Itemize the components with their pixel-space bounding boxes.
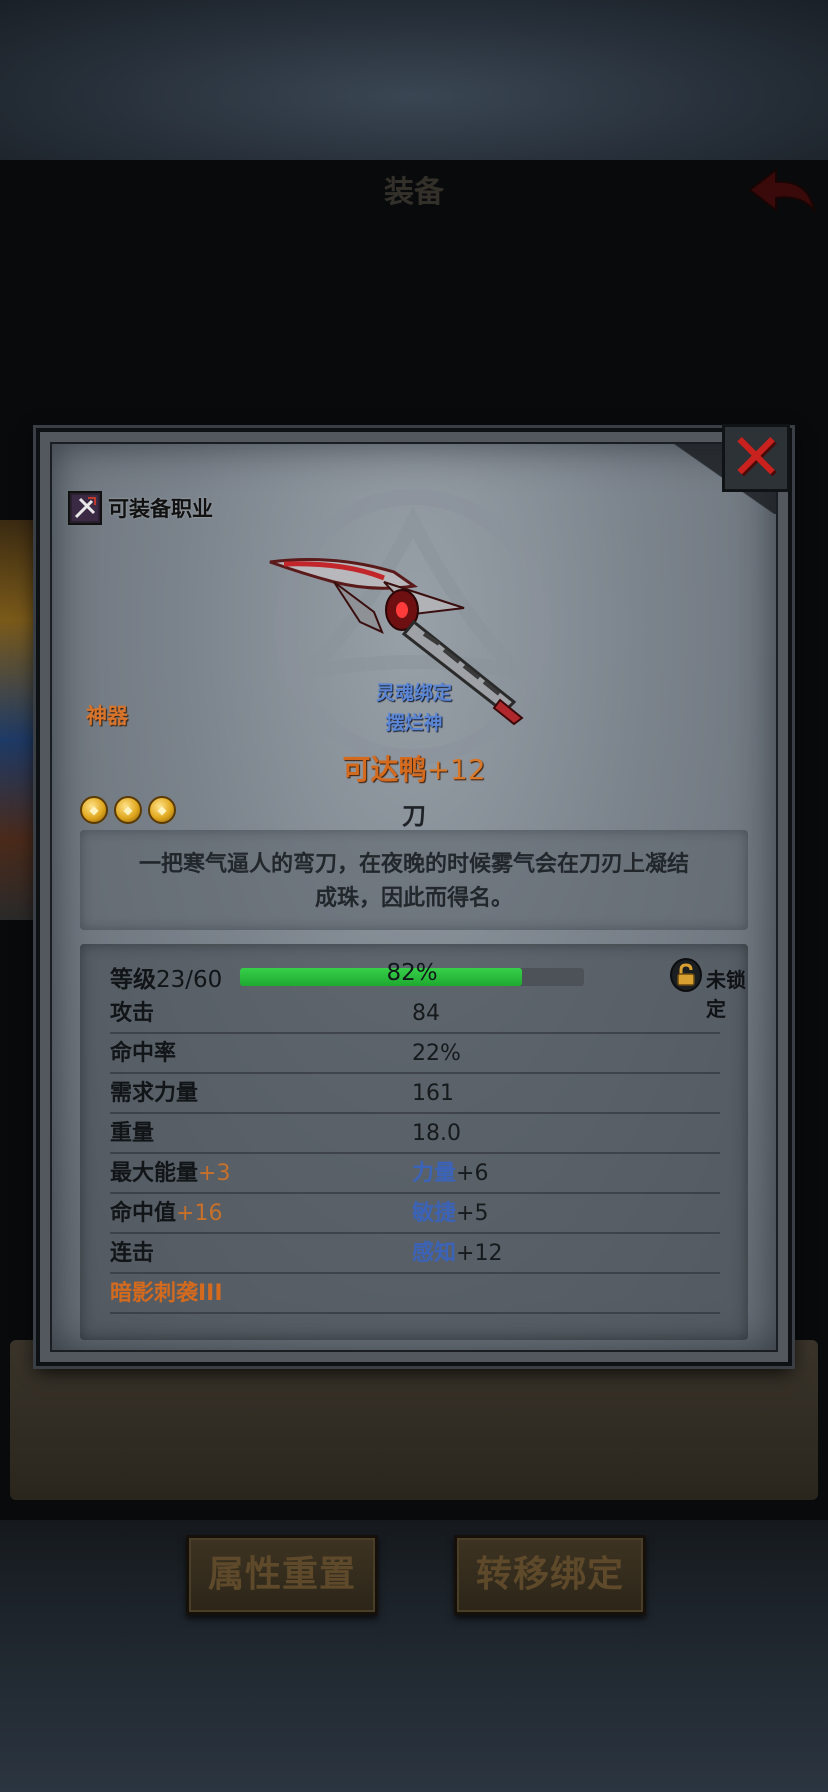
- bonus-left: 连击: [110, 1234, 154, 1274]
- bonus-name: 最大能量: [110, 1161, 199, 1186]
- weapon-image: [269, 558, 524, 726]
- bonus-row: 连击 感知+12: [110, 1234, 720, 1274]
- equip-class-row[interactable]: 可装备职业: [68, 490, 213, 526]
- item-name: 可达鸭+12: [0, 748, 828, 788]
- level-label: 等级23/60: [110, 960, 222, 994]
- description-line: 一把寒气逼人的弯刀，在夜晚的时候雾气会在刀刃上凝结: [138, 852, 689, 877]
- bonus-row: 最大能量+3 力量+6: [110, 1154, 720, 1194]
- reset-attributes-button[interactable]: 属性重置: [186, 1535, 378, 1615]
- bonus-row: 命中值+16 敏捷+5: [110, 1194, 720, 1234]
- bonus-left: 命中值+16: [110, 1194, 222, 1234]
- bonus-value: +6: [456, 1161, 489, 1186]
- stat-value: 161: [412, 1081, 454, 1106]
- skill-row: 暗影刺袭III: [110, 1274, 720, 1314]
- bonus-right: 感知+12: [412, 1234, 502, 1274]
- equip-class-label: 可装备职业: [108, 497, 213, 521]
- stat-value: 22%: [412, 1041, 461, 1066]
- stat-row-weight: 重量 18.0: [110, 1114, 720, 1154]
- bonus-left: 最大能量+3: [110, 1154, 230, 1194]
- bonus-value: +5: [456, 1201, 489, 1226]
- scene-bottom-background: [0, 1520, 828, 1792]
- bonus-value: +3: [198, 1161, 231, 1186]
- level-label-text: 等级: [110, 967, 156, 993]
- item-name-text: 可达鸭: [342, 753, 427, 786]
- item-description: 一把寒气逼人的弯刀，在夜晚的时候雾气会在刀刃上凝结 成珠，因此而得名。: [80, 830, 748, 930]
- stat-label: 攻击: [110, 1001, 155, 1026]
- close-button[interactable]: ✕: [722, 424, 790, 492]
- level-row: 等级23/60 82% 未锁定: [110, 956, 750, 1021]
- stats-panel: 等级23/60 82% 未锁定 攻击 84 命中率 22% 需求力量 161 重…: [80, 944, 748, 1340]
- bonus-name: 命中值: [110, 1201, 177, 1226]
- xp-progress-text: 82%: [386, 960, 438, 986]
- close-icon: ✕: [729, 421, 783, 495]
- bonus-name: 敏捷: [412, 1201, 457, 1226]
- back-arrow-icon[interactable]: [746, 166, 818, 218]
- stat-label: 重量: [110, 1121, 155, 1146]
- skill-name: 暗影刺袭III: [110, 1281, 223, 1306]
- scene-top-background: [0, 0, 828, 160]
- stat-value: 18.0: [412, 1121, 461, 1146]
- bonus-right: 敏捷+5: [412, 1194, 488, 1234]
- soulbind-label: 灵魂绑定: [375, 682, 452, 704]
- bonus-name: 感知: [412, 1241, 457, 1266]
- class-icon: [68, 491, 102, 525]
- stat-label: 需求力量: [110, 1081, 199, 1106]
- stat-row-attack: 攻击 84: [110, 994, 720, 1034]
- lock-icon[interactable]: [670, 958, 702, 992]
- bonus-name: 力量: [412, 1161, 457, 1186]
- item-type: 刀: [402, 802, 426, 830]
- stat-row-strength-req: 需求力量 161: [110, 1074, 720, 1114]
- screen-title: 装备: [384, 175, 444, 210]
- stat-label: 命中率: [110, 1041, 177, 1066]
- level-value: 23/60: [156, 967, 223, 993]
- description-line: 成珠，因此而得名。: [314, 886, 513, 911]
- enhance-level: +12: [426, 753, 486, 786]
- stat-value: 84: [412, 1001, 440, 1026]
- stat-row-hit-rate: 命中率 22%: [110, 1034, 720, 1074]
- transfer-binding-button[interactable]: 转移绑定: [454, 1535, 646, 1615]
- bonus-right: 力量+6: [412, 1154, 488, 1194]
- bonus-name: 连击: [110, 1241, 155, 1266]
- bonus-value: +12: [456, 1241, 503, 1266]
- rarity-label: 神器: [86, 704, 128, 728]
- bonus-value: +16: [176, 1201, 223, 1226]
- owner-label: 摆烂神: [385, 712, 443, 734]
